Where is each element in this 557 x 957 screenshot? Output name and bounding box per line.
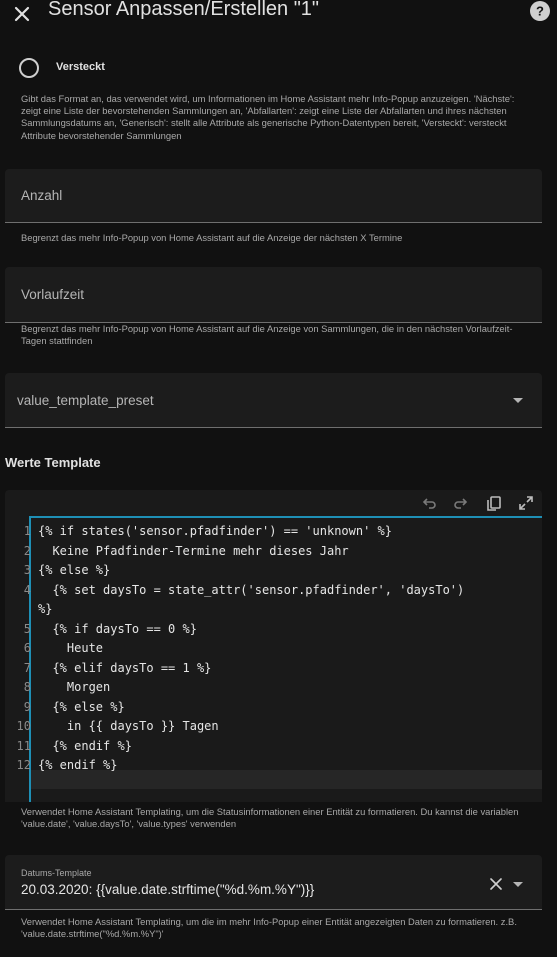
date-template-input[interactable]: 20.03.2020: {{value.date.strftime("%d.%m…	[21, 882, 314, 897]
fullscreen-icon[interactable]	[516, 493, 536, 513]
code-line[interactable]: {% elif daysTo == 1 %}	[38, 661, 211, 675]
line-number: 9	[23, 699, 31, 714]
vorlaufzeit-field[interactable]: Vorlaufzeit	[5, 267, 542, 323]
date-template-help-text: Verwendet Home Assistant Templating, um …	[21, 916, 517, 940]
line-number: 4	[23, 582, 31, 597]
line-number: 1	[23, 524, 31, 538]
line-number: 10	[16, 719, 31, 733]
chevron-down-icon[interactable]	[513, 882, 523, 887]
clear-icon[interactable]	[489, 877, 503, 891]
anzahl-label: Anzahl	[21, 188, 63, 203]
code-area[interactable]: 1 {% if states('sensor.pfadfinder') == 'u…	[5, 516, 542, 802]
anzahl-help-text: Begrenzt das mehr Info-Popup von Home As…	[21, 232, 403, 243]
line-number: 3	[23, 563, 31, 577]
close-icon[interactable]	[10, 2, 34, 26]
code-line[interactable]: {% else %}	[38, 700, 124, 714]
help-circle-icon[interactable]: ?	[529, 0, 551, 22]
editor-toolbar	[5, 490, 542, 516]
line-number: 6	[23, 641, 31, 655]
undo-icon[interactable]	[419, 493, 439, 513]
format-radio-label: Versteckt	[56, 61, 105, 73]
code-line[interactable]: {% else %}	[38, 563, 110, 577]
code-line[interactable]: Morgen	[38, 680, 110, 694]
vorlaufzeit-help-text: Begrenzt das mehr Info-Popup von Home As…	[21, 323, 513, 347]
anzahl-field[interactable]: Anzahl	[5, 169, 542, 223]
code-line[interactable]: {% if daysTo == 0 %}	[38, 622, 197, 636]
preset-label: value_template_preset	[17, 393, 154, 408]
date-template-label: Datums-Template	[21, 868, 92, 878]
code-editor[interactable]: 1 {% if states('sensor.pfadfinder') == 'u…	[5, 490, 542, 802]
date-template-field[interactable]: Datums-Template 20.03.2020: {{value.date…	[5, 855, 542, 910]
template-help-text: Verwendet Home Assistant Templating, um …	[21, 806, 519, 830]
dialog-header: Sensor Anpassen/Erstellen "1" ?	[0, 0, 557, 38]
copy-icon[interactable]	[484, 493, 504, 513]
redo-icon[interactable]	[451, 493, 471, 513]
value-template-preset-select[interactable]: value_template_preset	[5, 373, 542, 428]
code-line[interactable]: {% endif %}	[38, 739, 131, 753]
code-line[interactable]: {% endif %}	[38, 758, 117, 772]
format-radio-versteckt[interactable]	[19, 58, 39, 78]
chevron-down-icon	[513, 398, 523, 403]
vorlaufzeit-label: Vorlaufzeit	[21, 287, 85, 302]
svg-text:?: ?	[536, 4, 544, 19]
code-line[interactable]: Heute	[38, 641, 103, 655]
active-line-highlight	[31, 770, 542, 789]
line-number: 7	[23, 660, 31, 675]
line-number: 2	[23, 543, 31, 558]
template-section-title: Werte Template	[5, 455, 101, 470]
code-line[interactable]: Keine Pfadfinder-Termine mehr dieses Jah…	[38, 544, 348, 558]
code-line[interactable]: {% if states('sensor.pfadfinder') == 'un…	[38, 524, 392, 538]
code-line[interactable]: in {{ daysTo }} Tagen	[38, 719, 219, 733]
dialog-title: Sensor Anpassen/Erstellen "1"	[48, 0, 320, 20]
editor-focus-border-top	[29, 516, 542, 518]
code-line[interactable]: {% set daysTo = state_attr('sensor.pfadf…	[38, 583, 464, 597]
line-number: 12	[16, 758, 31, 772]
code-line[interactable]: %}	[38, 602, 52, 616]
line-number: 5	[23, 621, 31, 636]
line-number: 8	[23, 680, 31, 694]
format-help-text: Gibt das Format an, das verwendet wird, …	[21, 93, 515, 141]
line-number: 11	[16, 738, 31, 753]
